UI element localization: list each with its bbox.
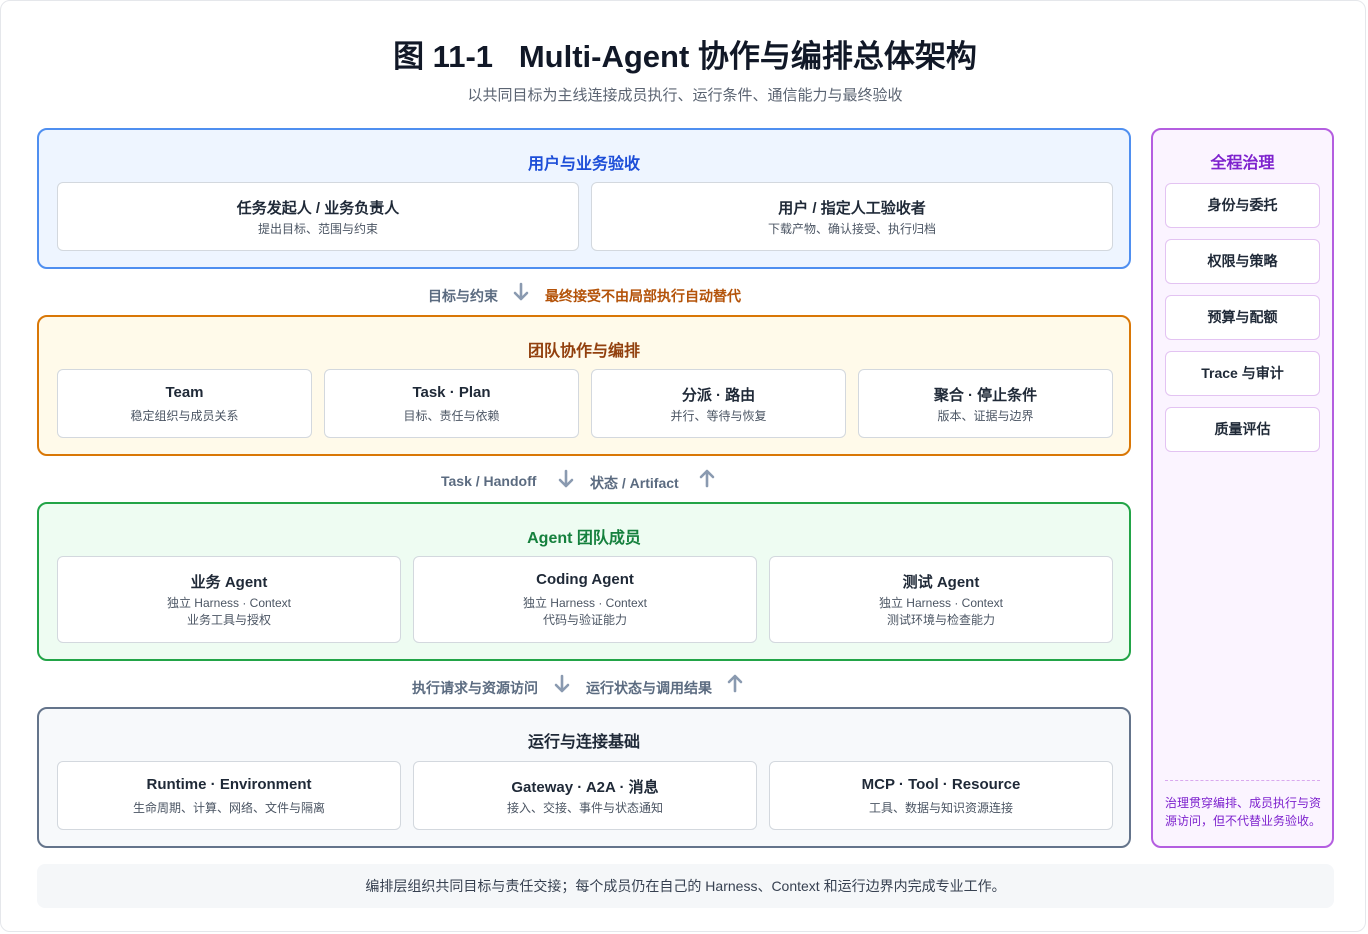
card-title: 用户 / 指定人工验收者 bbox=[778, 200, 926, 217]
card-title: Coding Agent bbox=[536, 571, 634, 588]
arrow-down-icon bbox=[513, 282, 529, 301]
flow-label-exec-request: 执行请求与资源访问 bbox=[412, 680, 538, 696]
card-subtitle: 独立 Harness · Context bbox=[522, 596, 648, 610]
card-dispatch-routing: 分派 · 路由 并行、等待与恢复 bbox=[591, 369, 846, 438]
flow-label-runtime-status: 运行状态与调用结果 bbox=[586, 680, 712, 696]
card-subtitle: 稳定组织与成员关系 bbox=[130, 409, 239, 423]
page-subtitle: 以共同目标为主线连接成员执行、运行条件、通信能力与最终验收 bbox=[467, 87, 903, 104]
card-subtitle: 代码与验证能力 bbox=[542, 613, 627, 627]
card-task-plan: Task · Plan 目标、责任与依赖 bbox=[324, 369, 579, 438]
governance-item-quality: 质量评估 bbox=[1165, 407, 1320, 452]
card-subtitle: 独立 Harness · Context bbox=[166, 596, 292, 610]
layer-agent-members: Agent 团队成员 业务 Agent 独立 Harness · Context… bbox=[37, 502, 1131, 661]
card-team: Team 稳定组织与成员关系 bbox=[57, 369, 312, 438]
card-runtime-environment: Runtime · Environment 生命周期、计算、网络、文件与隔离 bbox=[57, 761, 401, 830]
card-subtitle: 目标、责任与依赖 bbox=[403, 409, 500, 423]
card-subtitle: 测试环境与检查能力 bbox=[886, 613, 995, 627]
flow-label-state-artifact: 状态 / Artifact bbox=[590, 475, 679, 491]
layer-team-orchestration: 团队协作与编排 Team 稳定组织与成员关系 Task · Plan 目标、责任… bbox=[37, 315, 1131, 456]
layer-title: 团队协作与编排 bbox=[527, 343, 640, 360]
arrow-down-icon bbox=[558, 469, 574, 488]
card-gateway-a2a: Gateway · A2A · 消息 接入、交接、事件与状态通知 bbox=[413, 761, 757, 830]
card-title: MCP · Tool · Resource bbox=[861, 776, 1021, 793]
flow-note-final-acceptance: 最终接受不由局部执行自动替代 bbox=[545, 288, 741, 304]
card-subtitle: 并行、等待与恢复 bbox=[670, 409, 767, 423]
page-title: 图 11-1 Multi-Agent 协作与编排总体架构 bbox=[393, 39, 977, 74]
card-initiator: 任务发起人 / 业务负责人 提出目标、范围与约束 bbox=[57, 182, 579, 251]
card-subtitle: 业务工具与授权 bbox=[186, 613, 271, 627]
flow-label-task-handoff: Task / Handoff bbox=[441, 473, 537, 489]
governance-panel: 全程治理 身份与委托 权限与策略 预算与配额 Trace 与审计 质量评估 治理… bbox=[1151, 128, 1334, 848]
card-subtitle: 接入、交接、事件与状态通知 bbox=[506, 801, 663, 815]
card-title: 测试 Agent bbox=[902, 574, 980, 591]
arrow-up-icon bbox=[699, 469, 715, 488]
card-subtitle: 生命周期、计算、网络、文件与隔离 bbox=[132, 801, 325, 815]
card-title: Team bbox=[165, 384, 204, 401]
layer-title: Agent 团队成员 bbox=[527, 530, 641, 547]
governance-item-permissions: 权限与策略 bbox=[1165, 239, 1320, 284]
arrow-up-icon bbox=[727, 674, 743, 693]
governance-title: 全程治理 bbox=[1210, 155, 1275, 172]
layer-title: 运行与连接基础 bbox=[527, 734, 640, 751]
governance-item-identity: 身份与委托 bbox=[1165, 183, 1320, 228]
card-title: Task · Plan bbox=[412, 384, 491, 401]
card-subtitle: 工具、数据与知识资源连接 bbox=[868, 801, 1013, 815]
figure-canvas: 图 11-1 Multi-Agent 协作与编排总体架构 以共同目标为主线连接成… bbox=[0, 0, 1366, 932]
card-title: 聚合 · 停止条件 bbox=[933, 387, 1038, 404]
arrow-down-icon bbox=[554, 674, 570, 693]
card-subtitle: 下载产物、确认接受、执行归档 bbox=[767, 222, 936, 236]
card-acceptor: 用户 / 指定人工验收者 下载产物、确认接受、执行归档 bbox=[591, 182, 1113, 251]
governance-item-trace: Trace 与审计 bbox=[1165, 351, 1320, 396]
card-mcp-tool-resource: MCP · Tool · Resource 工具、数据与知识资源连接 bbox=[769, 761, 1113, 830]
card-subtitle: 提出目标、范围与约束 bbox=[257, 222, 378, 236]
card-subtitle: 独立 Harness · Context bbox=[878, 596, 1004, 610]
governance-item-budget: 预算与配额 bbox=[1165, 295, 1320, 340]
card-aggregation-stop: 聚合 · 停止条件 版本、证据与边界 bbox=[858, 369, 1113, 438]
flow-label-goals: 目标与约束 bbox=[428, 288, 498, 304]
card-title: 业务 Agent bbox=[190, 574, 268, 591]
layer-users-acceptance: 用户与业务验收 任务发起人 / 业务负责人 提出目标、范围与约束 用户 / 指定… bbox=[37, 128, 1131, 269]
card-title: Gateway · A2A · 消息 bbox=[511, 779, 659, 796]
card-title: 分派 · 路由 bbox=[681, 387, 756, 404]
card-subtitle: 版本、证据与边界 bbox=[937, 409, 1034, 423]
layer-title: 用户与业务验收 bbox=[527, 156, 640, 173]
governance-note: 治理贯穿编排、成员执行与资源访问，但不代替业务验收。 bbox=[1165, 796, 1322, 828]
card-coding-agent: Coding Agent 独立 Harness · Context 代码与验证能… bbox=[413, 556, 757, 643]
governance-divider bbox=[1165, 780, 1320, 781]
layer-runtime-foundation: 运行与连接基础 Runtime · Environment 生命周期、计算、网络… bbox=[37, 707, 1131, 848]
card-test-agent: 测试 Agent 独立 Harness · Context 测试环境与检查能力 bbox=[769, 556, 1113, 643]
card-business-agent: 业务 Agent 独立 Harness · Context 业务工具与授权 bbox=[57, 556, 401, 643]
card-title: Runtime · Environment bbox=[146, 776, 312, 793]
card-title: 任务发起人 / 业务负责人 bbox=[236, 200, 400, 217]
footer-caption: 编排层组织共同目标与责任交接；每个成员仍在自己的 Harness、Context… bbox=[37, 864, 1334, 908]
